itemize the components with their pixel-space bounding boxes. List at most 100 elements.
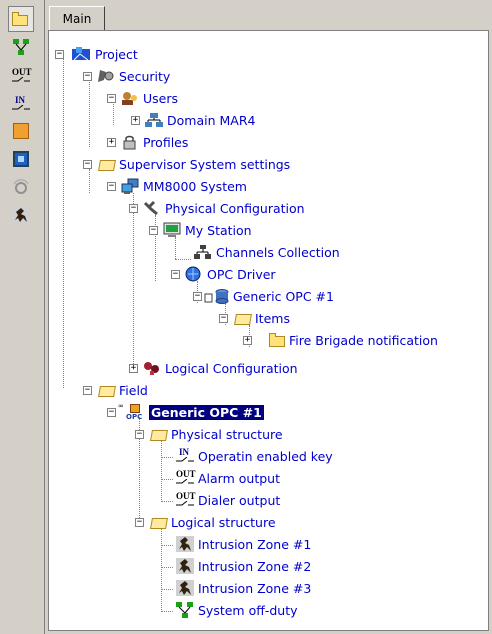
tab-main[interactable]: Main — [49, 6, 105, 31]
tree-node-physical-structure[interactable]: − Physical structure — [135, 425, 283, 443]
intruder-icon — [176, 558, 194, 574]
node-label[interactable]: Domain MAR4 — [167, 113, 255, 128]
node-label[interactable]: Field — [119, 383, 148, 398]
node-label[interactable]: Users — [143, 91, 178, 106]
collapse-button[interactable]: − — [129, 203, 138, 213]
node-label[interactable]: Project — [95, 47, 138, 62]
node-label[interactable]: OPC Driver — [207, 267, 276, 282]
folder-tool-button[interactable] — [8, 6, 34, 32]
collapse-button[interactable]: − — [171, 269, 180, 279]
tree-node-items[interactable]: − Items — [219, 309, 290, 327]
node-label[interactable]: Channels Collection — [216, 245, 340, 260]
collapse-button[interactable]: − — [193, 291, 202, 301]
tree-node-fire-brigade-notification[interactable]: + Fire Brigade notification — [243, 331, 438, 349]
security-icon — [98, 70, 114, 82]
intruder-tool-button[interactable] — [8, 202, 34, 228]
node-label-selected[interactable]: Generic OPC #1 — [149, 404, 264, 420]
wrench-icon — [143, 200, 158, 216]
computers-icon — [121, 178, 139, 194]
collapse-button[interactable]: − — [83, 385, 92, 395]
project-tree[interactable]: − Project − Security − Users + Domain MA… — [48, 30, 489, 631]
domain-icon — [145, 113, 163, 127]
output-icon: OUT — [175, 491, 196, 509]
expand-button[interactable]: + — [129, 363, 138, 373]
open-folder-icon — [234, 310, 252, 326]
node-label[interactable]: Profiles — [143, 135, 188, 150]
node-label[interactable]: Generic OPC #1 — [233, 289, 334, 304]
tree-node-channels-collection[interactable]: Channels Collection — [193, 243, 340, 261]
collapse-button[interactable]: − — [107, 93, 116, 103]
tree-node-operatin-enabled-key[interactable]: IN Operatin enabled key — [175, 447, 333, 465]
tree-node-field[interactable]: − Field — [83, 381, 148, 399]
tree-node-intrusion-zone-1[interactable]: Intrusion Zone #1 — [175, 535, 311, 553]
open-folder-icon — [150, 426, 168, 442]
expand-button[interactable]: + — [131, 115, 140, 125]
input-tool-button[interactable]: IN — [8, 90, 34, 116]
collapse-button[interactable]: − — [107, 181, 116, 191]
node-label[interactable]: Fire Brigade notification — [289, 333, 438, 348]
project-icon — [72, 47, 90, 61]
tree-node-security[interactable]: − Security — [83, 67, 170, 85]
node-label[interactable]: Physical Configuration — [165, 201, 305, 216]
node-label[interactable]: My Station — [185, 223, 252, 238]
node-label[interactable]: System off-duty — [198, 603, 298, 618]
node-label[interactable]: Items — [255, 311, 290, 326]
node-label[interactable]: MM8000 System — [143, 179, 247, 194]
tab-strip: Main — [47, 0, 492, 31]
orange-tool-button[interactable] — [8, 118, 34, 144]
expand-button[interactable]: + — [107, 137, 116, 147]
tree-node-supervisor-settings[interactable]: − Supervisor System settings — [83, 155, 290, 173]
tree-node-physical-configuration[interactable]: − Physical Configuration — [129, 199, 305, 217]
node-label[interactable]: Operatin enabled key — [198, 449, 333, 464]
collapse-button[interactable]: − — [135, 517, 144, 527]
node-label[interactable]: Intrusion Zone #1 — [198, 537, 311, 552]
node-label[interactable]: Supervisor System settings — [119, 157, 290, 172]
node-label[interactable]: Logical Configuration — [165, 361, 298, 376]
tree-node-my-station[interactable]: − My Station — [149, 221, 252, 239]
tree-node-intrusion-zone-2[interactable]: Intrusion Zone #2 — [175, 557, 311, 575]
siren-icon — [13, 179, 29, 194]
collapse-button[interactable]: − — [83, 71, 92, 81]
globe-icon — [185, 266, 201, 282]
collapse-button[interactable]: − — [83, 159, 92, 169]
node-label[interactable]: Alarm output — [198, 471, 280, 486]
node-label[interactable]: Intrusion Zone #2 — [198, 559, 311, 574]
collapse-button[interactable]: − — [55, 49, 64, 59]
collapse-button[interactable]: − — [149, 225, 158, 235]
tree-node-logical-structure[interactable]: − Logical structure — [135, 513, 276, 531]
monitor-icon — [163, 222, 181, 237]
intruder-icon — [176, 580, 194, 596]
tree-node-system-off-duty[interactable]: System off-duty — [175, 601, 298, 619]
intruder-icon — [12, 206, 30, 224]
siren-tool-button[interactable] — [8, 174, 34, 200]
tree-node-mm8000-system[interactable]: − MM8000 System — [107, 177, 247, 195]
network-icon — [176, 602, 193, 618]
tree-node-users[interactable]: − Users — [107, 89, 178, 107]
node-label[interactable]: Intrusion Zone #3 — [198, 581, 311, 596]
node-label[interactable]: Dialer output — [198, 493, 280, 508]
output-icon: OUT — [175, 469, 196, 487]
tree-node-generic-opc-config[interactable]: − Generic OPC #1 — [193, 287, 334, 305]
tree-node-domain[interactable]: + Domain MAR4 — [131, 111, 255, 129]
open-folder-icon — [98, 382, 116, 398]
node-label[interactable]: Logical structure — [171, 515, 276, 530]
tree-node-dialer-output[interactable]: OUT Dialer output — [175, 491, 280, 509]
tree-node-generic-opc-field[interactable]: − ∞ OPC Generic OPC #1 — [107, 403, 264, 421]
users-icon — [122, 92, 137, 105]
expand-button[interactable]: + — [243, 335, 252, 345]
tree-node-logical-configuration[interactable]: + Logical Configuration — [129, 359, 298, 377]
tree-node-project[interactable]: − Project — [55, 45, 138, 63]
tree-node-alarm-output[interactable]: OUT Alarm output — [175, 469, 280, 487]
tree-node-intrusion-zone-3[interactable]: Intrusion Zone #3 — [175, 579, 311, 597]
collapse-button[interactable]: − — [135, 429, 144, 439]
output-tool-button[interactable]: OUT — [8, 62, 34, 88]
collapse-button[interactable]: − — [219, 313, 228, 323]
left-toolbar: OUT IN — [0, 0, 45, 634]
network-tool-button[interactable] — [8, 34, 34, 60]
tree-node-opc-driver[interactable]: − OPC Driver — [171, 265, 276, 283]
panel-tool-button[interactable] — [8, 146, 34, 172]
node-label[interactable]: Security — [119, 69, 170, 84]
collapse-button[interactable]: − — [107, 407, 116, 417]
node-label[interactable]: Physical structure — [171, 427, 283, 442]
tree-node-profiles[interactable]: + Profiles — [107, 133, 188, 151]
